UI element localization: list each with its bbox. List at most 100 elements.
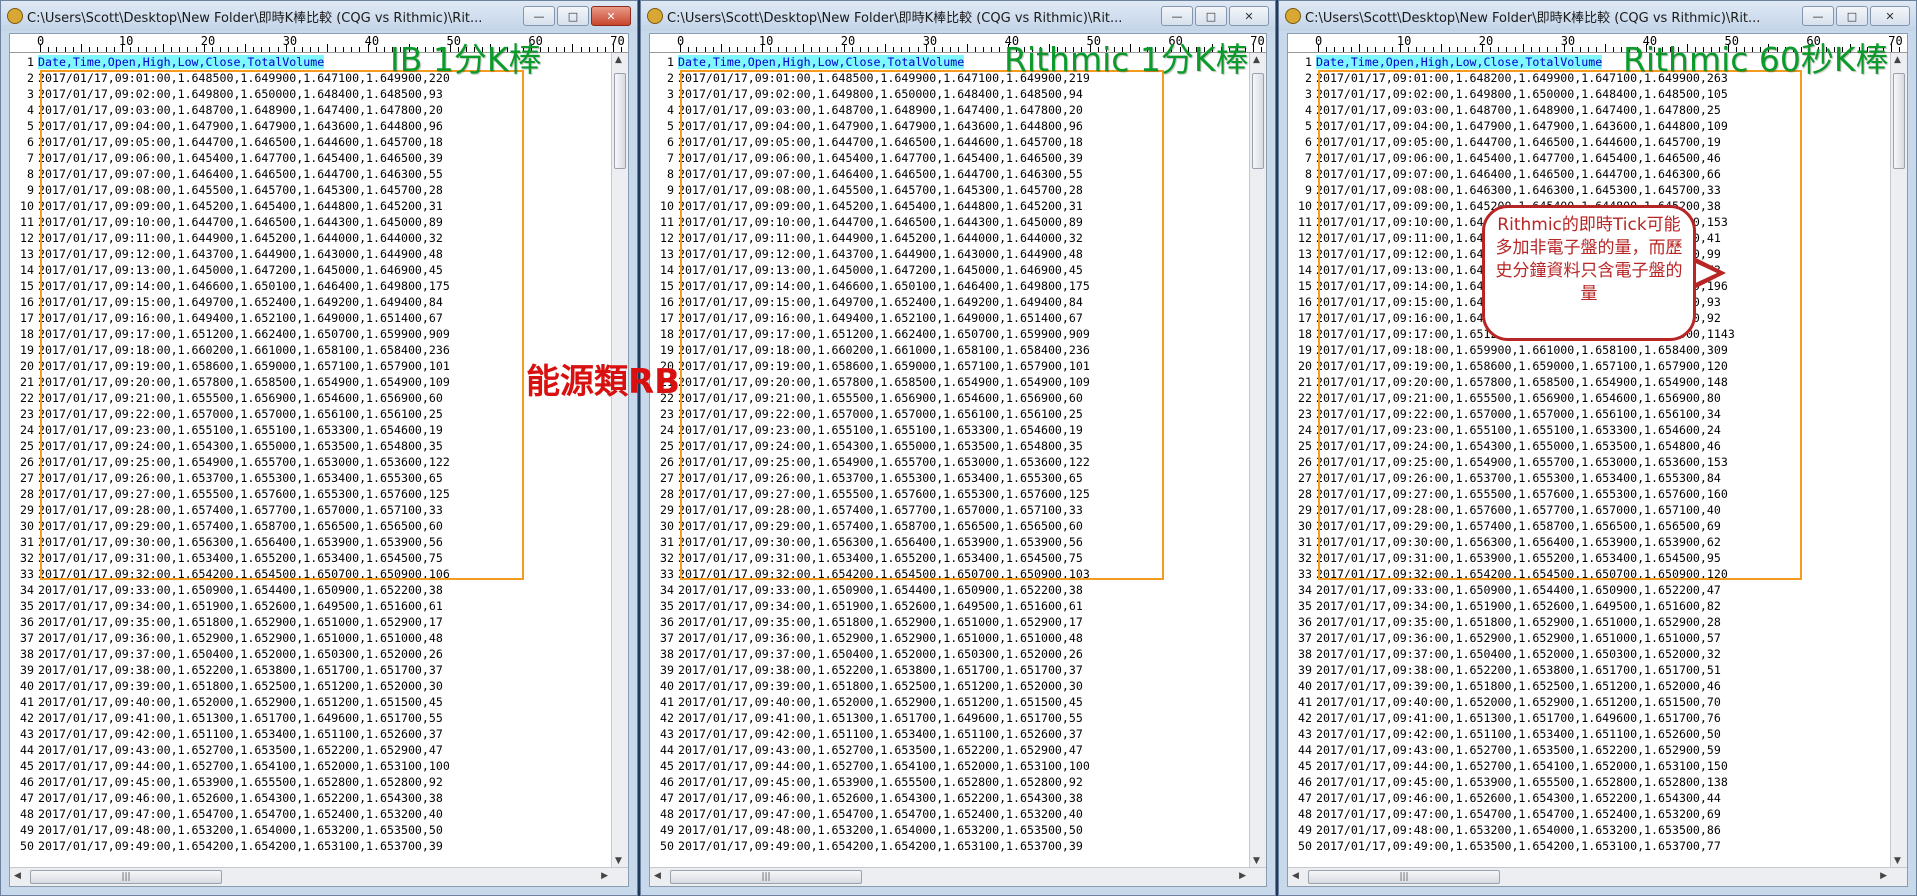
text-line[interactable]: 34 2017/01/17,09:33:00,1.650900,1.654400,… <box>650 582 1250 598</box>
close-button[interactable]: ✕ <box>591 6 631 26</box>
vertical-scrollbar[interactable]: ▲ ▼ <box>1890 53 1907 868</box>
scroll-down-icon[interactable]: ▼ <box>1894 856 1901 866</box>
vertical-scroll-thumb[interactable] <box>614 73 626 169</box>
text-line[interactable]: 42 2017/01/17,09:41:00,1.651300,1.651700,… <box>10 710 612 726</box>
text-line[interactable]: 42 2017/01/17,09:41:00,1.651300,1.651700,… <box>650 710 1250 726</box>
text-line[interactable]: 37 2017/01/17,09:36:00,1.652900,1.652900,… <box>1288 630 1891 646</box>
text-line[interactable]: 43 2017/01/17,09:42:00,1.651100,1.653400,… <box>10 726 612 742</box>
text-line[interactable]: 46 2017/01/17,09:45:00,1.653900,1.655500,… <box>650 774 1250 790</box>
line-number: 31 <box>1298 535 1312 549</box>
scroll-down-icon[interactable]: ▼ <box>1253 856 1260 866</box>
vertical-scroll-thumb[interactable] <box>1893 73 1905 169</box>
scroll-right-icon[interactable]: ▶ <box>601 871 608 881</box>
horizontal-scrollbar[interactable]: ◀ ||| ▶ <box>650 867 1266 886</box>
scroll-up-icon[interactable]: ▲ <box>1253 55 1260 65</box>
text-line[interactable]: 45 2017/01/17,09:44:00,1.652700,1.654100,… <box>650 758 1250 774</box>
horizontal-scroll-thumb[interactable]: ||| <box>670 870 862 884</box>
text-line[interactable]: 45 2017/01/17,09:44:00,1.652700,1.654100,… <box>1288 758 1891 774</box>
scroll-left-icon[interactable]: ◀ <box>14 871 21 881</box>
text-line[interactable]: 47 2017/01/17,09:46:00,1.652600,1.654300,… <box>650 790 1250 806</box>
line-number: 30 <box>660 519 674 533</box>
scroll-up-icon[interactable]: ▲ <box>615 55 622 65</box>
scroll-up-icon[interactable]: ▲ <box>1894 55 1901 65</box>
line-number: 47 <box>660 791 674 805</box>
line-number: 17 <box>20 311 34 325</box>
text-line[interactable]: 43 2017/01/17,09:42:00,1.651100,1.653400,… <box>650 726 1250 742</box>
maximize-button[interactable]: □ <box>1836 6 1868 26</box>
ruler-tick <box>802 44 804 52</box>
text-line[interactable]: 39 2017/01/17,09:38:00,1.652200,1.653800,… <box>650 662 1250 678</box>
close-button[interactable]: ✕ <box>1870 6 1910 26</box>
text-line[interactable]: 41 2017/01/17,09:40:00,1.652000,1.652900,… <box>650 694 1250 710</box>
horizontal-scroll-thumb[interactable]: ||| <box>1308 870 1500 884</box>
ruler-tick <box>966 44 968 52</box>
vertical-scrollbar[interactable]: ▲ ▼ <box>611 53 628 868</box>
text-line[interactable]: 35 2017/01/17,09:34:00,1.651900,1.652600,… <box>650 598 1250 614</box>
vertical-scrollbar[interactable]: ▲ ▼ <box>1249 53 1266 868</box>
text-line[interactable]: 38 2017/01/17,09:37:00,1.650400,1.652000,… <box>10 646 612 662</box>
text-line[interactable]: 39 2017/01/17,09:38:00,1.652200,1.653800,… <box>10 662 612 678</box>
text-line[interactable]: 41 2017/01/17,09:40:00,1.652000,1.652900,… <box>10 694 612 710</box>
scroll-left-icon[interactable]: ◀ <box>1292 871 1299 881</box>
text-line[interactable]: 39 2017/01/17,09:38:00,1.652200,1.653800,… <box>1288 662 1891 678</box>
text-line[interactable]: 37 2017/01/17,09:36:00,1.652900,1.652900,… <box>10 630 612 646</box>
text-line[interactable]: 36 2017/01/17,09:35:00,1.651800,1.652900,… <box>10 614 612 630</box>
horizontal-scrollbar[interactable]: ◀ ||| ▶ <box>10 867 628 886</box>
maximize-button[interactable]: □ <box>1195 6 1227 26</box>
ruler-tick <box>285 44 287 52</box>
text-line[interactable]: 50 2017/01/17,09:49:00,1.654200,1.654200,… <box>650 838 1250 854</box>
ruler-tick <box>696 47 698 52</box>
text-line[interactable]: 46 2017/01/17,09:45:00,1.653900,1.655500,… <box>10 774 612 790</box>
text-line[interactable]: 46 2017/01/17,09:45:00,1.653900,1.655500,… <box>1288 774 1891 790</box>
text-line[interactable]: 38 2017/01/17,09:37:00,1.650400,1.652000,… <box>1288 646 1891 662</box>
scroll-right-icon[interactable]: ▶ <box>1880 871 1887 881</box>
text-line[interactable]: 43 2017/01/17,09:42:00,1.651100,1.653400,… <box>1288 726 1891 742</box>
text-line[interactable]: 42 2017/01/17,09:41:00,1.651300,1.651700,… <box>1288 710 1891 726</box>
text-line[interactable]: 35 2017/01/17,09:34:00,1.651900,1.652600,… <box>10 598 612 614</box>
ruler-tick <box>588 47 590 52</box>
line-number: 18 <box>660 327 674 341</box>
line-number: 45 <box>660 759 674 773</box>
text-line[interactable]: 38 2017/01/17,09:37:00,1.650400,1.652000,… <box>650 646 1250 662</box>
text-line[interactable]: 47 2017/01/17,09:46:00,1.652600,1.654300,… <box>10 790 612 806</box>
scroll-down-icon[interactable]: ▼ <box>615 856 622 866</box>
title-bar[interactable]: C:\Users\Scott\Desktop\New Folder\即時K棒比較… <box>1279 1 1916 31</box>
vertical-scroll-thumb[interactable] <box>1252 73 1264 169</box>
close-button[interactable]: ✕ <box>1229 6 1269 26</box>
line-number: 38 <box>1298 647 1312 661</box>
text-line[interactable]: 49 2017/01/17,09:48:00,1.653200,1.654000,… <box>650 822 1250 838</box>
text-line[interactable]: 36 2017/01/17,09:35:00,1.651800,1.652900,… <box>1288 614 1891 630</box>
text-line[interactable]: 35 2017/01/17,09:34:00,1.651900,1.652600,… <box>1288 598 1891 614</box>
text-line[interactable]: 50 2017/01/17,09:49:00,1.654200,1.654200,… <box>10 838 612 854</box>
text-line[interactable]: 50 2017/01/17,09:49:00,1.653500,1.654200,… <box>1288 838 1891 854</box>
minimize-button[interactable]: — <box>523 6 555 26</box>
title-bar[interactable]: C:\Users\Scott\Desktop\New Folder\即時K棒比較… <box>641 1 1275 31</box>
text-line[interactable]: 44 2017/01/17,09:43:00,1.652700,1.653500,… <box>1288 742 1891 758</box>
text-line[interactable]: 40 2017/01/17,09:39:00,1.651800,1.652500,… <box>10 678 612 694</box>
text-line[interactable]: 48 2017/01/17,09:47:00,1.654700,1.654700,… <box>10 806 612 822</box>
text-line[interactable]: 49 2017/01/17,09:48:00,1.653200,1.654000,… <box>1288 822 1891 838</box>
text-line[interactable]: 48 2017/01/17,09:47:00,1.654700,1.654700,… <box>1288 806 1891 822</box>
text-line[interactable]: 45 2017/01/17,09:44:00,1.652700,1.654100,… <box>10 758 612 774</box>
text-line[interactable]: 34 2017/01/17,09:33:00,1.650900,1.654400,… <box>10 582 612 598</box>
text-line[interactable]: 44 2017/01/17,09:43:00,1.652700,1.653500,… <box>10 742 612 758</box>
minimize-button[interactable]: — <box>1161 6 1193 26</box>
text-line[interactable]: 40 2017/01/17,09:39:00,1.651800,1.652500,… <box>1288 678 1891 694</box>
minimize-button[interactable]: — <box>1802 6 1834 26</box>
maximize-button[interactable]: □ <box>557 6 589 26</box>
title-bar[interactable]: C:\Users\Scott\Desktop\New Folder\即時K棒比較… <box>1 1 637 31</box>
scroll-left-icon[interactable]: ◀ <box>654 871 661 881</box>
horizontal-scrollbar[interactable]: ◀ ||| ▶ <box>1288 867 1907 886</box>
text-line[interactable]: 49 2017/01/17,09:48:00,1.653200,1.654000,… <box>10 822 612 838</box>
text-line[interactable]: 41 2017/01/17,09:40:00,1.652000,1.652900,… <box>1288 694 1891 710</box>
text-line[interactable]: 34 2017/01/17,09:33:00,1.650900,1.654400,… <box>1288 582 1891 598</box>
text-line[interactable]: 36 2017/01/17,09:35:00,1.651800,1.652900,… <box>650 614 1250 630</box>
ruler-tick <box>596 47 598 52</box>
text-line[interactable]: 40 2017/01/17,09:39:00,1.651800,1.652500,… <box>650 678 1250 694</box>
text-line[interactable]: 47 2017/01/17,09:46:00,1.652600,1.654300,… <box>1288 790 1891 806</box>
text-line[interactable]: 48 2017/01/17,09:47:00,1.654700,1.654700,… <box>650 806 1250 822</box>
horizontal-scroll-thumb[interactable]: ||| <box>30 870 222 884</box>
text-line[interactable]: 37 2017/01/17,09:36:00,1.652900,1.652900,… <box>650 630 1250 646</box>
scroll-right-icon[interactable]: ▶ <box>1239 871 1246 881</box>
text-line[interactable]: 44 2017/01/17,09:43:00,1.652700,1.653500,… <box>650 742 1250 758</box>
